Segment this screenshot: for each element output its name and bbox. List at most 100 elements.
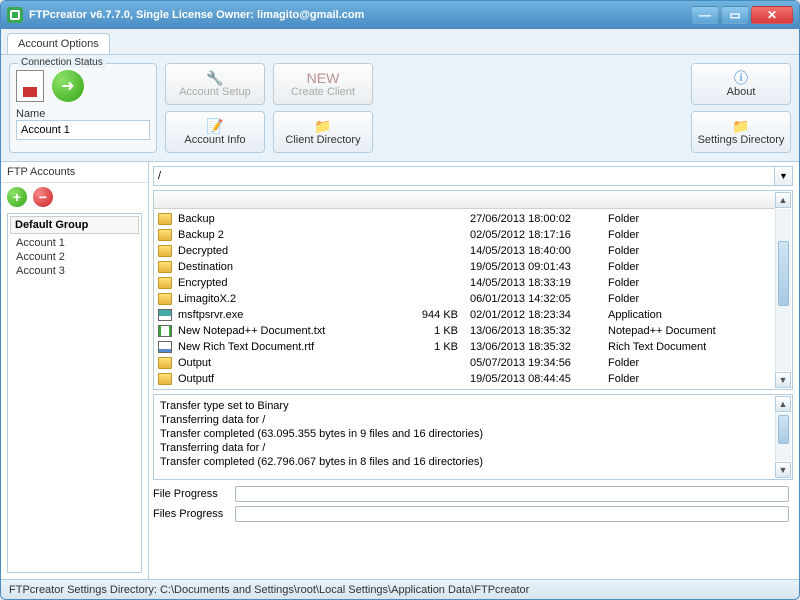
scroll-down-icon[interactable]: ▼ — [775, 462, 791, 478]
folder-icon: 📁 — [732, 119, 749, 133]
account-setup-button[interactable]: 🔧 Account Setup — [165, 63, 265, 105]
about-button[interactable]: ⓘ About — [691, 63, 791, 105]
account-item[interactable]: Account 1 — [10, 236, 139, 250]
maximize-button[interactable]: ▭ — [721, 6, 749, 24]
rtf-icon — [158, 341, 172, 353]
statusbar-text: FTPcreator Settings Directory: C:\Docume… — [9, 584, 529, 596]
file-row[interactable]: Destination 19/05/2013 09:01:43 Folder — [158, 259, 774, 275]
client-directory-button[interactable]: 📁 Client Directory — [273, 111, 373, 153]
folder-icon — [158, 389, 172, 390]
file-row[interactable]: Output05/07/2013 19:34:56Folder — [158, 355, 774, 371]
file-row[interactable]: Encrypted14/05/2013 18:33:19Folder — [158, 275, 774, 291]
file-row[interactable]: New Notepad++ Document.txt1 KB13/06/2013… — [158, 323, 774, 339]
file-row[interactable]: LimagitoX.206/01/2013 14:32:05Folder — [158, 291, 774, 307]
file-date: 19/05/2013 09:01:43 — [470, 261, 602, 273]
scrollbar-thumb[interactable] — [778, 241, 789, 306]
file-type: Application — [608, 309, 774, 321]
file-type: Folder — [608, 277, 774, 289]
file-name: New Notepad++ Document.txt — [178, 325, 408, 337]
transfer-log[interactable]: ▲ ▼ Transfer type set to BinaryTransferr… — [153, 394, 793, 480]
folder-icon: 📁 — [314, 119, 331, 133]
remove-account-button[interactable]: − — [33, 187, 53, 207]
folder-icon — [158, 229, 172, 241]
account-item[interactable]: Account 2 — [10, 250, 139, 264]
scrollbar-thumb[interactable] — [778, 415, 789, 444]
app-window: FTPcreator v6.7.7.0, Single License Owne… — [0, 0, 800, 600]
file-name: Outputt — [178, 389, 408, 390]
file-row[interactable]: Backup27/06/2013 18:00:02Folder — [158, 211, 774, 227]
file-row[interactable]: Backup 202/05/2012 18:17:16Folder — [158, 227, 774, 243]
remote-path-input[interactable] — [153, 166, 775, 186]
file-row[interactable]: Decrypted14/05/2013 18:40:00Folder — [158, 243, 774, 259]
file-row[interactable]: New Rich Text Document.rtf1 KB13/06/2013… — [158, 339, 774, 355]
log-line: Transferring data for / — [160, 413, 774, 427]
right-pane: ▼ ▲ ▼ Backup27/06/2013 18:00:02FolderBac… — [149, 162, 799, 579]
left-pane: FTP Accounts + − Default Group Account 1… — [1, 162, 149, 579]
scroll-up-icon[interactable]: ▲ — [775, 396, 791, 412]
file-date: 27/06/2013 18:00:02 — [470, 213, 602, 225]
file-date: 06/01/2013 14:32:05 — [470, 293, 602, 305]
file-row[interactable]: Outputt21/03/2013 14:27:10Folder — [158, 387, 774, 390]
file-type: Folder — [608, 373, 774, 385]
settings-directory-button[interactable]: 📁 Settings Directory — [691, 111, 791, 153]
tree-group[interactable]: Default Group — [10, 216, 139, 234]
create-client-button[interactable]: NEW Create Client — [273, 63, 373, 105]
file-date: 02/05/2012 18:17:16 — [470, 229, 602, 241]
log-line: Transfer type set to Binary — [160, 399, 774, 413]
folder-icon — [158, 293, 172, 305]
file-name: Outputf — [178, 373, 408, 385]
file-row[interactable]: Outputf 19/05/2013 08:44:45 Folder — [158, 371, 774, 387]
file-name: msftpsrvr.exe — [178, 309, 408, 321]
info-icon: ⓘ — [734, 71, 748, 85]
file-progress-bar — [235, 486, 789, 502]
account-item[interactable]: Account 3 — [10, 264, 139, 278]
log-line: Transferring data for / — [160, 441, 774, 455]
progress-area: File Progress Files Progress — [153, 484, 793, 526]
wrench-icon: 🔧 — [206, 71, 223, 85]
file-name: Destination — [178, 261, 408, 273]
file-date: 19/05/2013 08:44:45 — [470, 373, 602, 385]
scrollbar-track[interactable] — [775, 209, 791, 371]
account-name-input[interactable] — [16, 120, 150, 140]
file-date: 13/06/2013 18:35:32 — [470, 325, 602, 337]
file-name: Output — [178, 357, 408, 369]
log-line: Transfer completed (62.796.067 bytes in … — [160, 455, 774, 469]
txt-icon — [158, 325, 172, 337]
connection-status-group: Connection Status ➜ Name — [9, 63, 157, 153]
path-dropdown-button[interactable]: ▼ — [775, 166, 793, 186]
close-button[interactable]: ✕ — [751, 6, 793, 24]
info-card-icon: 📝 — [206, 119, 223, 133]
remote-file-list[interactable]: ▲ ▼ Backup27/06/2013 18:00:02FolderBacku… — [153, 190, 793, 390]
connect-button[interactable]: ➜ — [52, 70, 84, 102]
files-progress-bar — [235, 506, 789, 522]
scrollbar-track[interactable] — [775, 413, 791, 461]
account-tree[interactable]: Default Group Account 1Account 2Account … — [7, 213, 142, 573]
toolbar: Connection Status ➜ Name 🔧 Account Setup… — [1, 55, 799, 162]
main-tabs: Account Options — [1, 29, 799, 55]
file-type: Folder — [608, 245, 774, 257]
folder-icon — [158, 277, 172, 289]
file-type: Folder — [608, 293, 774, 305]
file-type: Rich Text Document — [608, 341, 774, 353]
add-account-button[interactable]: + — [7, 187, 27, 207]
folder-icon — [158, 245, 172, 257]
scroll-down-icon[interactable]: ▼ — [775, 372, 791, 388]
account-info-button[interactable]: 📝 Account Info — [165, 111, 265, 153]
app-icon — [7, 7, 23, 23]
window-title: FTPcreator v6.7.7.0, Single License Owne… — [29, 9, 364, 21]
scroll-up-icon[interactable]: ▲ — [775, 192, 791, 208]
minimize-button[interactable]: — — [691, 6, 719, 24]
file-name: Encrypted — [178, 277, 408, 289]
file-name: New Rich Text Document.rtf — [178, 341, 408, 353]
file-type: Folder — [608, 261, 774, 273]
file-type: Folder — [608, 357, 774, 369]
titlebar[interactable]: FTPcreator v6.7.7.0, Single License Owne… — [1, 1, 799, 29]
folder-icon — [158, 373, 172, 385]
new-icon: NEW — [307, 71, 340, 85]
file-list-header[interactable] — [154, 191, 775, 209]
file-type: Folder — [608, 229, 774, 241]
folder-icon — [158, 213, 172, 225]
tab-account-options[interactable]: Account Options — [7, 33, 110, 54]
file-type: Folder — [608, 213, 774, 225]
file-row[interactable]: msftpsrvr.exe944 KB02/01/2012 18:23:34Ap… — [158, 307, 774, 323]
